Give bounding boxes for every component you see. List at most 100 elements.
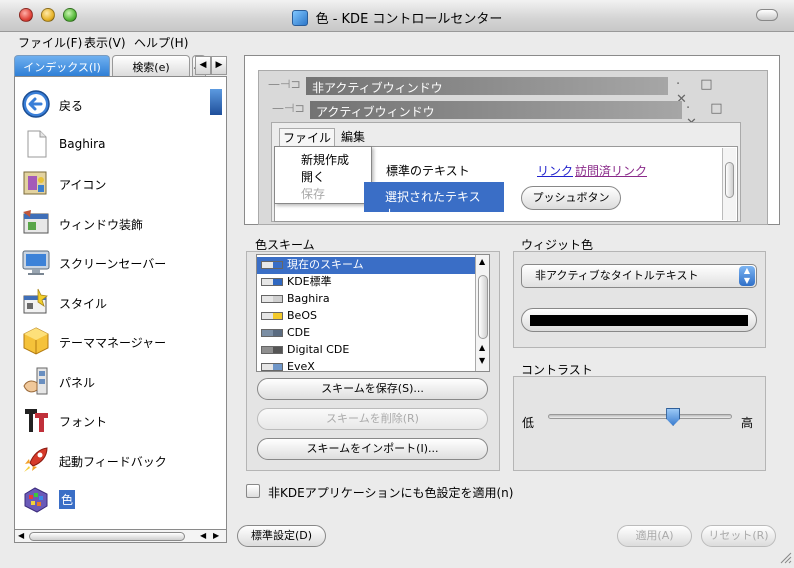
sidebar-panel: 戻る Baghira アイコン ウィンドウ装飾 スクリーンセーバー スタイル テ… [14,76,227,542]
defaults-button[interactable]: 標準設定(D) [237,525,326,547]
save-scheme-button[interactable]: スキームを保存(S)... [257,378,488,400]
menu-view[interactable]: 表示(V) [84,34,126,51]
tab-scroll-left-icon[interactable]: ◀ [195,56,211,75]
sidebar-item-back[interactable]: 戻る [15,87,226,123]
apply-button[interactable]: 適用(A) [617,525,692,547]
sidebar-item-label: フォント [59,415,108,429]
sidebar-item-icons[interactable]: アイコン [15,166,226,202]
scheme-name: BeOS [287,309,317,322]
popup-item-save: 保存 [301,187,326,201]
sidebar-item-theme-manager[interactable]: テーママネージャー [15,324,226,360]
preview-popup-menu: 新規作成 開く 保存 [274,146,372,204]
document-icon [27,130,47,158]
theme-cube-icon [23,327,49,355]
scheme-swatch [261,363,283,371]
contrast-group [513,376,766,471]
tab-search[interactable]: 検索(e) [112,55,190,76]
widget-color-button[interactable] [521,308,757,332]
scheme-name: 現在のスキーム [287,258,364,271]
app-icon [291,10,308,26]
sidebar-item-fonts[interactable]: フォント [15,403,226,439]
preview-menu-edit: 編集 [341,130,366,144]
scheme-list[interactable]: 現在のスキーム KDE標準 Baghira BeOS CDE Digital C… [256,254,490,372]
rocket-icon [24,447,48,472]
tab-index[interactable]: インデックス(I) [14,55,110,76]
contrast-slider-track[interactable] [548,414,732,419]
sidebar-item-label: 色 [59,490,76,509]
pin-icon: —⊣⊐ [272,101,305,115]
delete-scheme-button[interactable]: スキームを削除(R) [257,408,488,430]
contrast-high-label: 高 [741,416,754,430]
scheme-name: CDE [287,326,311,339]
pin-icon: —⊣⊐ [268,77,301,91]
scroll-up-icon[interactable]: ▲ [479,257,485,266]
sidebar-item-label: 起動フィードバック [59,455,167,469]
sidebar-item-launch-feedback[interactable]: 起動フィードバック [15,443,226,479]
preview-inactive-titlebar: —⊣⊐ 非アクティブウィンドウ · □ ✕ [264,75,734,107]
sidebar-item-label: スタイル [59,297,108,311]
fonts-icon [25,409,48,432]
active-title-text: アクティブウィンドウ [310,101,682,119]
import-scheme-button[interactable]: スキームをインポート(I)... [257,438,488,460]
toolbar-toggle-button[interactable] [756,9,778,21]
icons-icon [23,171,47,195]
reset-button[interactable]: リセット(R) [701,525,776,547]
sidebar-item-style[interactable]: スタイル [15,285,226,321]
tab-scroll-right-icon[interactable]: ▶ [211,56,227,75]
sidebar-item-label: ウィンドウ装飾 [59,218,144,232]
preview-visited-link: 訪問済リンク [575,164,648,178]
sidebar-item-panel[interactable]: パネル [15,364,226,400]
inactive-title-text: 非アクティブウィンドウ [306,77,668,95]
style-icon [23,288,48,314]
sidebar-horizontal-scrollbar[interactable]: ◀ ◀ ▶ [14,529,227,543]
apply-nonkde-label: 非KDEアプリケーションにも色設定を適用(n) [268,486,514,500]
sidebar-item-label: スクリーンセーバー [59,257,167,271]
sidebar-item-window-decoration[interactable]: ウィンドウ装飾 [15,206,226,242]
resize-grip-icon[interactable] [778,550,792,564]
sidebar-item-screensaver[interactable]: スクリーンセーバー [15,245,226,281]
color-swatch [530,315,748,326]
contrast-low-label: 低 [522,416,535,430]
scheme-name: Baghira [287,292,330,305]
scroll-right-icon[interactable]: ▶ [213,530,219,542]
sidebar-item-color[interactable]: 色 [15,482,226,518]
scroll-thumb[interactable] [478,275,488,339]
preview-menu-file: ファイル [279,128,336,147]
preview-selected-text: 選択されたテキスト [364,182,504,221]
scheme-swatch [261,329,283,337]
sidebar-item-baghira[interactable]: Baghira [15,127,226,163]
popup-item-new: 新規作成 [301,153,350,167]
list-item[interactable]: Digital CDE [257,342,477,359]
list-item[interactable]: 現在のスキーム [257,257,477,274]
list-item[interactable]: KDE標準 [257,274,477,291]
title-bar: 色 - KDE コントロールセンター [0,0,794,32]
scroll-up-icon[interactable]: ▲ [479,343,485,352]
list-item[interactable]: BeOS [257,308,477,325]
monitor-icon [22,250,50,275]
menu-bar: ファイル(F) 表示(V) ヘルプ(H) [0,32,794,52]
list-item[interactable]: CDE [257,325,477,342]
scroll-down-icon[interactable]: ▼ [479,356,485,365]
scheme-name: Digital CDE [287,343,350,356]
scheme-name: KDE標準 [287,275,332,288]
menu-file[interactable]: ファイル(F) [18,34,82,51]
list-item[interactable]: Baghira [257,291,477,308]
preview-active-titlebar: —⊣⊐ アクティブウィンドウ · □ ✕ [268,99,744,131]
list-item[interactable]: EveX [257,359,477,371]
scroll-left-icon[interactable]: ◀ [18,530,24,542]
window-title: 色 - KDE コントロールセンター [315,12,503,27]
scroll-left-icon[interactable]: ◀ [200,530,206,542]
menu-help[interactable]: ヘルプ(H) [134,34,188,51]
apply-nonkde-checkbox[interactable] [246,484,260,498]
scroll-thumb [725,162,734,198]
window-title-wrap: 色 - KDE コントロールセンター [0,8,794,27]
scheme-list-scrollbar[interactable]: ▲ ▲ ▼ [475,255,489,371]
scheme-swatch [261,295,283,303]
preview-scrollbar [722,148,736,220]
scroll-thumb[interactable] [29,532,185,541]
panel-icon [23,367,48,395]
widget-color-select[interactable]: 非アクティブなタイトルテキスト ▲ ▼ [521,264,757,288]
scheme-swatch [261,346,283,354]
preview-push-button: プッシュボタン [521,186,621,210]
chevron-updown-icon: ▲ ▼ [739,266,755,286]
